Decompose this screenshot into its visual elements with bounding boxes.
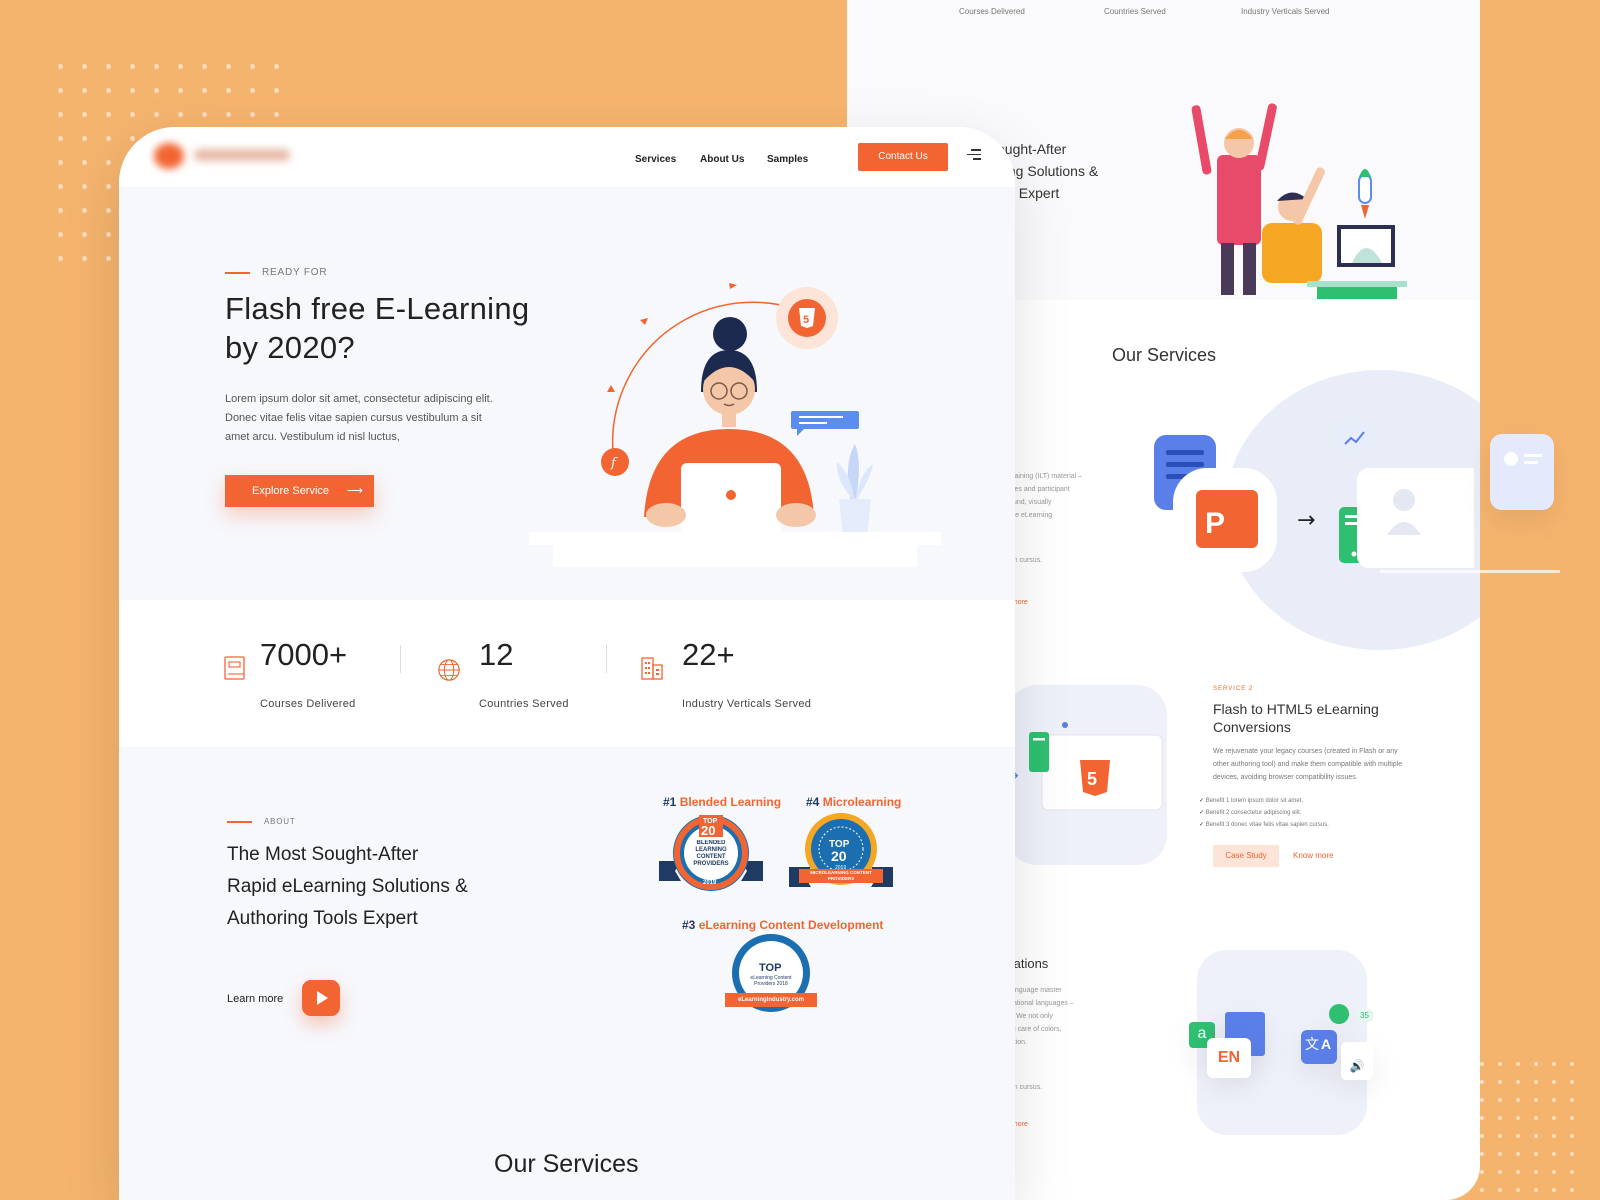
about-title: The Most Sought-After Rapid eLearning So… [227, 839, 527, 935]
about-title-line: Rapid eLearning Solutions & [227, 876, 468, 897]
arrow-right-icon: ⟶ [347, 485, 363, 497]
benefit-item: Benefit 1 lorem ipsum dolor sit amet. [1199, 795, 1329, 807]
translate-icon: 文A [1301, 1030, 1337, 1064]
count-badge: 35 [1355, 1009, 1374, 1022]
html5-icon: 5 [803, 314, 809, 326]
badge-year: 2019 [835, 865, 846, 871]
service2-eyebrow: SERVICE 2 [1213, 686, 1254, 692]
badge-year: 2019 [703, 880, 717, 886]
badge-text: BLENDED LEARNING CONTENT PROVIDERS [693, 840, 729, 867]
decorative-line [1380, 570, 1560, 573]
html5-illustration: → 5 [1007, 685, 1167, 865]
stat-divider [400, 645, 401, 673]
service2-benefits: Benefit 1 lorem ipsum dolor sit amet. Be… [1199, 795, 1329, 831]
benefit-item: Benefit 3 donec vitae felis vitae sapien… [1199, 819, 1329, 831]
about-title-line: The Most Sought-After [227, 844, 419, 865]
badge-ribbon-text: eLearningIndustry.com [738, 997, 804, 1003]
arrow-right-icon: → [1297, 508, 1315, 533]
service2-description: We rejuvenate your legacy courses (creat… [1213, 748, 1403, 781]
award-badge-blended-learning: TOP 20 BLENDED LEARNING CONTENT PROVIDER… [659, 815, 763, 891]
award-name: Blended Learning [679, 795, 782, 809]
badge-text: MICROLEARNING CONTENT PROVIDERS [810, 870, 872, 881]
dot-pattern-bottom-right [1480, 1062, 1574, 1200]
lang-en-badge: EN [1207, 1038, 1251, 1078]
globe-badge-icon [1329, 1004, 1349, 1024]
nav-link-samples[interactable]: Samples [767, 154, 808, 165]
badge-text: eLearning Content Providers 2018 [750, 975, 792, 987]
hero-eyebrow-text: READY FOR [262, 267, 328, 278]
nav-link-about-us[interactable]: About Us [700, 154, 744, 165]
about-eyebrow-text: ABOUT [264, 817, 296, 826]
hero-title-line: Flash free E-Learning [225, 291, 530, 326]
globe-icon [438, 659, 460, 681]
hero-description: Lorem ipsum dolor sit amet, consectetur … [225, 390, 525, 447]
contact-us-button[interactable]: Contact Us [858, 143, 948, 171]
powerpoint-icon: P [1205, 507, 1225, 540]
award-name: eLearning Content Development [698, 918, 884, 932]
award-rank: #1 [663, 795, 677, 809]
hero-desc-line: amet arcu. Vestibulum id nisl luctus, [225, 431, 400, 443]
services-title: Our Services [494, 1150, 639, 1178]
eyebrow-line [227, 820, 252, 823]
stat-divider [606, 645, 607, 673]
stat-label-countries: Countries Served [479, 698, 569, 710]
case-study-button[interactable]: Case Study [1213, 845, 1279, 867]
award-title-blended: #1 Blended Learning [663, 795, 781, 809]
hero-desc-line: Donec vitae felis vitae sapien cursus ve… [225, 412, 482, 424]
learn-more-link[interactable]: Learn more [227, 993, 283, 1005]
celebration-illustration [1191, 103, 1407, 299]
front-page: Services About Us Samples Contact Us REA… [119, 127, 1015, 1200]
award-badge-microlearning: TOP 20 MICROLEARNING CONTENT PROVIDERS 2… [789, 813, 893, 887]
badge-number: 20 [701, 823, 715, 838]
about-eyebrow: ABOUT [227, 817, 296, 826]
nav-link-services[interactable]: Services [635, 154, 676, 165]
benefit-item: Benefit 2 consectetur adipiscing elit. [1199, 807, 1329, 819]
about-title-line: Authoring Tools Expert [227, 908, 418, 929]
stat-label-courses: Courses Delivered [260, 698, 356, 710]
stat-label-industries: Industry Verticals Served [682, 698, 812, 710]
powerpoint-conversion-illustration: P → [1154, 422, 1474, 572]
explore-service-button[interactable]: Explore Service ⟶ [225, 475, 374, 507]
translate-letter: A [1321, 1036, 1332, 1052]
building-icon [641, 657, 663, 680]
back-services-title: Our Services [1112, 345, 1217, 365]
award-title-content-dev: #3 eLearning Content Development [682, 918, 883, 932]
speaker-icon: 🔊 [1341, 1042, 1373, 1080]
award-title-microlearning: #4 Microlearning [806, 795, 901, 809]
hero-title: Flash free E-Learning by 2020? [225, 289, 529, 367]
profile-card-icon [1490, 434, 1554, 510]
badge-top-text: TOP [759, 962, 781, 974]
back-stat-label: Industry Verticals Served [1241, 7, 1330, 16]
book-icon [224, 656, 245, 680]
stat-value-countries: 12 [479, 637, 514, 672]
award-rank: #3 [682, 918, 696, 932]
hero-illustration: 5 f [529, 283, 941, 567]
award-name: Microlearning [822, 795, 902, 809]
back-stat-label: Courses Delivered [959, 7, 1025, 16]
translate-glyph: 文 [1305, 1036, 1319, 1052]
award-rank: #4 [806, 795, 820, 809]
eyebrow-line [225, 271, 250, 274]
explore-service-label: Explore Service [252, 485, 330, 497]
service2-title: Flash to HTML5 eLearning Conversions [1213, 701, 1379, 735]
back-stat-label: Countries Served [1104, 7, 1166, 16]
logo[interactable] [154, 141, 294, 171]
hamburger-menu-icon[interactable] [967, 149, 981, 163]
play-video-button[interactable] [302, 980, 340, 1016]
hero-eyebrow: READY FOR [225, 267, 327, 278]
award-badge-content-development: TOP eLearning Content Providers 2018 eLe… [725, 934, 817, 1012]
service2-know-more-link[interactable]: Know more [1293, 851, 1333, 860]
html5-icon: 5 [1087, 769, 1097, 789]
badge-number: 20 [831, 848, 847, 864]
hero-title-line: by 2020? [225, 330, 355, 365]
hero-desc-line: Lorem ipsum dolor sit amet, consectetur … [225, 393, 493, 405]
navbar: Services About Us Samples Contact Us [119, 127, 1015, 187]
stat-value-industries: 22+ [682, 637, 735, 672]
stat-value-courses: 7000+ [260, 637, 348, 672]
